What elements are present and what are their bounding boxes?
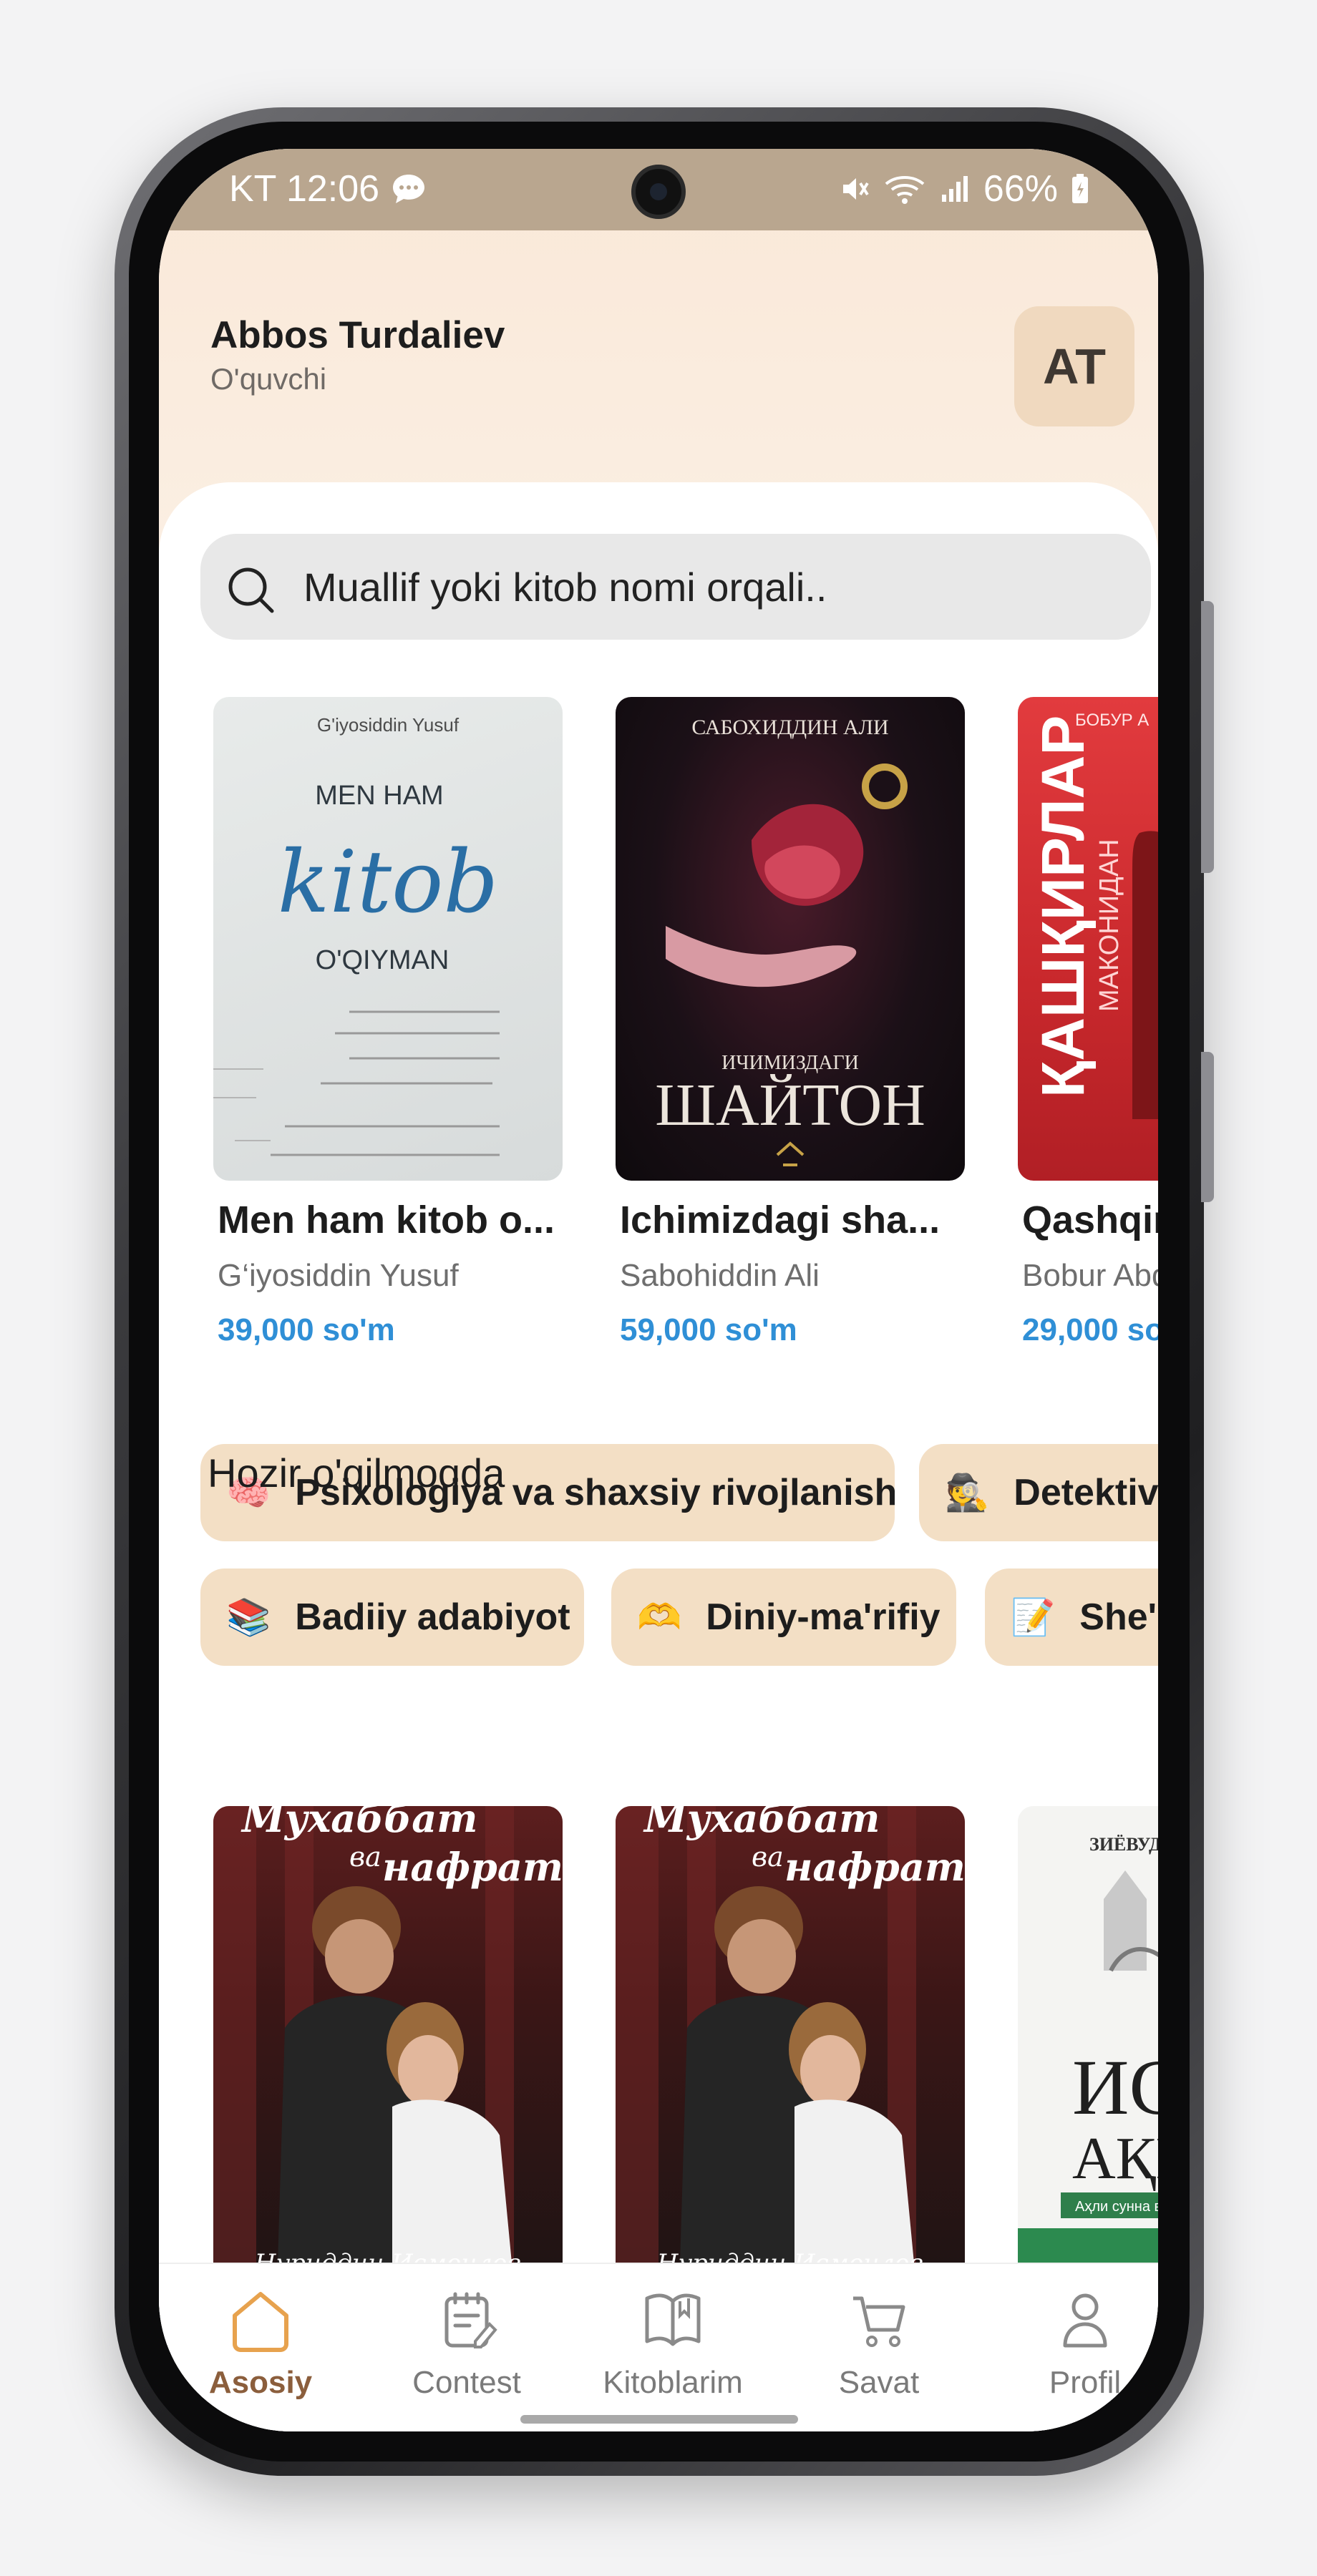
book-author: G‘iyosiddin Yusuf <box>218 1258 459 1293</box>
app-screen: KT 12:06 66% Abbos Turdaliev O'quvchi AT… <box>159 149 1158 2431</box>
book-cover-art: БОБУР А ҚАШҚИРЛАР МАКОНИДАН <box>1029 711 1158 1119</box>
svg-text:ШАЙТОН: ШАЙТОН <box>655 1072 925 1138</box>
nav-label: Profil <box>1049 2365 1122 2400</box>
user-name: Abbos Turdaliev <box>210 314 505 356</box>
detective-icon: 🕵️ <box>945 1472 990 1513</box>
nav-item-contest[interactable]: Contest <box>381 2283 553 2401</box>
bottom-navigation: Asosiy Contest Kitoblarim Savat Profil <box>159 2263 1158 2431</box>
svg-text:МАКОНИДАН: МАКОНИДАН <box>1094 839 1124 1012</box>
svg-text:ва: ва <box>752 1841 784 1873</box>
nav-item-kitoblarim[interactable]: Kitoblarim <box>587 2283 759 2401</box>
front-camera <box>631 165 686 219</box>
status-right: 66% <box>839 167 1089 210</box>
nav-label: Contest <box>412 2365 521 2400</box>
book-cover-art: G'iyosiddin Yusuf MEN HAM kitob O'QIYMAN <box>213 714 500 1156</box>
svg-text:нафрат: нафрат <box>784 1844 965 1890</box>
book-price: 59,000 so'm <box>620 1312 797 1347</box>
reading-book-cover[interactable]: ЗИЁВУДД ИСЛ АҚИД Аҳли сунна вал <box>1018 1806 1158 2293</box>
section-title-reading-now: Hozir o'qilmoqda <box>208 1450 505 1496</box>
book-cover[interactable]: САБОХИДДИН АЛИ ИЧИМИЗДАГИ ШАЙТОН <box>616 697 965 1181</box>
books-icon: 📚 <box>226 1596 271 1637</box>
book-author: Sabohiddin Ali <box>620 1258 820 1293</box>
book-price: 39,000 so'm <box>218 1312 395 1347</box>
book-cover[interactable]: G'iyosiddin Yusuf MEN HAM kitob O'QIYMAN <box>213 697 563 1181</box>
home-indicator[interactable] <box>520 2415 798 2424</box>
book-icon <box>645 2293 701 2346</box>
avatar[interactable]: AT <box>1014 306 1134 426</box>
category-label: Diniy-ma'rifiy <box>706 1596 941 1638</box>
phone-frame: KT 12:06 66% Abbos Turdaliev O'quvchi AT… <box>115 107 1214 2476</box>
reading-book-cover[interactable]: Мухаббат ва нафрат Нуриддин Исмоилов <box>213 1806 563 2293</box>
reading-book-cover[interactable]: Мухаббат ва нафрат Нуриддин Исмоилов <box>616 1806 965 2293</box>
mute-icon <box>842 178 869 200</box>
category-chip[interactable]: 🕵️ Detektiv <box>919 1444 1158 1541</box>
svg-text:kitob: kitob <box>278 833 498 932</box>
signal-icon <box>941 176 968 202</box>
home-icon <box>233 2292 288 2352</box>
search-icon <box>228 567 274 613</box>
battery-percent: 66% <box>983 168 1058 210</box>
svg-text:САБОХИДДИН АЛИ: САБОХИДДИН АЛИ <box>691 716 888 739</box>
svg-text:ЗИЁВУДД: ЗИЁВУДД <box>1089 1834 1158 1855</box>
svg-text:ИЧИМИЗДАГИ: ИЧИМИЗДАГИ <box>721 1052 859 1074</box>
book-title[interactable]: Qashqirla <box>1022 1198 1158 1242</box>
nav-item-savat[interactable]: Savat <box>793 2283 965 2401</box>
category-chip[interactable]: 🫶 Diniy-ma'rifiy <box>611 1568 956 1666</box>
search-input[interactable]: Muallif yoki kitob nomi orqali.. <box>200 534 1151 640</box>
category-chip[interactable]: 📝 She'rla <box>985 1568 1158 1666</box>
category-label: Detektiv <box>1014 1472 1158 1513</box>
phone-bezel: KT 12:06 66% Abbos Turdaliev O'quvchi AT… <box>129 122 1190 2462</box>
svg-text:G'iyosiddin Yusuf: G'iyosiddin Yusuf <box>317 714 460 736</box>
svg-text:Аҳли сунна вал: Аҳли сунна вал <box>1075 2199 1158 2215</box>
volume-button <box>1201 601 1214 873</box>
book-cover-art: Мухаббат ва нафрат Нуриддин Исмоилов <box>616 1806 965 2293</box>
nav-item-profil[interactable]: Profil <box>999 2283 1158 2401</box>
wifi-icon <box>885 176 925 204</box>
svg-text:ва: ва <box>349 1841 382 1873</box>
main-content: Muallif yoki kitob nomi orqali.. G'iyosi… <box>159 482 1158 2431</box>
book-cover-art: САБОХИДДИН АЛИ ИЧИМИЗДАГИ ШАЙТОН <box>655 716 925 1166</box>
svg-text:нафрат: нафрат <box>382 1844 563 1890</box>
svg-text:ИСЛ: ИСЛ <box>1072 2044 1158 2131</box>
search-placeholder: Muallif yoki kitob nomi orqali.. <box>303 565 827 610</box>
category-label: She'rla <box>1079 1596 1158 1638</box>
status-bar: KT 12:06 66% <box>159 149 1158 230</box>
svg-text:O'QIYMAN: O'QIYMAN <box>316 945 449 975</box>
user-role: O'quvchi <box>210 362 327 396</box>
profile-icon <box>1063 2293 1107 2348</box>
nav-label: Kitoblarim <box>603 2365 743 2400</box>
book-title[interactable]: Ichimizdagi sha... <box>620 1198 978 1242</box>
status-left: KT 12:06 <box>229 167 427 210</box>
cart-icon <box>853 2296 905 2347</box>
svg-text:ҚАШҚИРЛАР: ҚАШҚИРЛАР <box>1029 716 1097 1098</box>
power-button <box>1201 1052 1214 1202</box>
contest-icon <box>444 2292 497 2348</box>
svg-text:АҚИД: АҚИД <box>1072 2125 1158 2192</box>
book-author: Bobur Abd <box>1022 1258 1158 1293</box>
status-time: KT 12:06 <box>229 168 380 210</box>
category-chip[interactable]: 📚 Badiiy adabiyot <box>200 1568 584 1666</box>
book-cover-art: Мухаббат ва нафрат Нуриддин Исмоилов <box>213 1806 563 2293</box>
book-price: 29,000 so'r <box>1022 1312 1158 1347</box>
chat-icon <box>393 175 425 203</box>
nav-label: Asosiy <box>208 2365 313 2400</box>
heart-hands-icon: 🫶 <box>637 1596 682 1637</box>
svg-text:Мухаббат: Мухаббат <box>240 1806 477 1841</box>
nav-label: Savat <box>838 2365 920 2400</box>
memo-icon: 📝 <box>1011 1596 1056 1637</box>
book-title[interactable]: Men ham kitob o... <box>218 1198 575 1242</box>
book-cover-art: ЗИЁВУДД ИСЛ АҚИД Аҳли сунна вал <box>1018 1834 1158 2293</box>
book-cover[interactable]: БОБУР А ҚАШҚИРЛАР МАКОНИДАН <box>1018 697 1158 1181</box>
svg-text:MEN HAM: MEN HAM <box>315 781 443 811</box>
category-label: Badiiy adabiyot <box>295 1596 570 1638</box>
nav-item-asosiy[interactable]: Asosiy <box>175 2283 346 2401</box>
svg-text:Мухаббат: Мухаббат <box>643 1806 880 1841</box>
battery-icon <box>1072 174 1088 203</box>
